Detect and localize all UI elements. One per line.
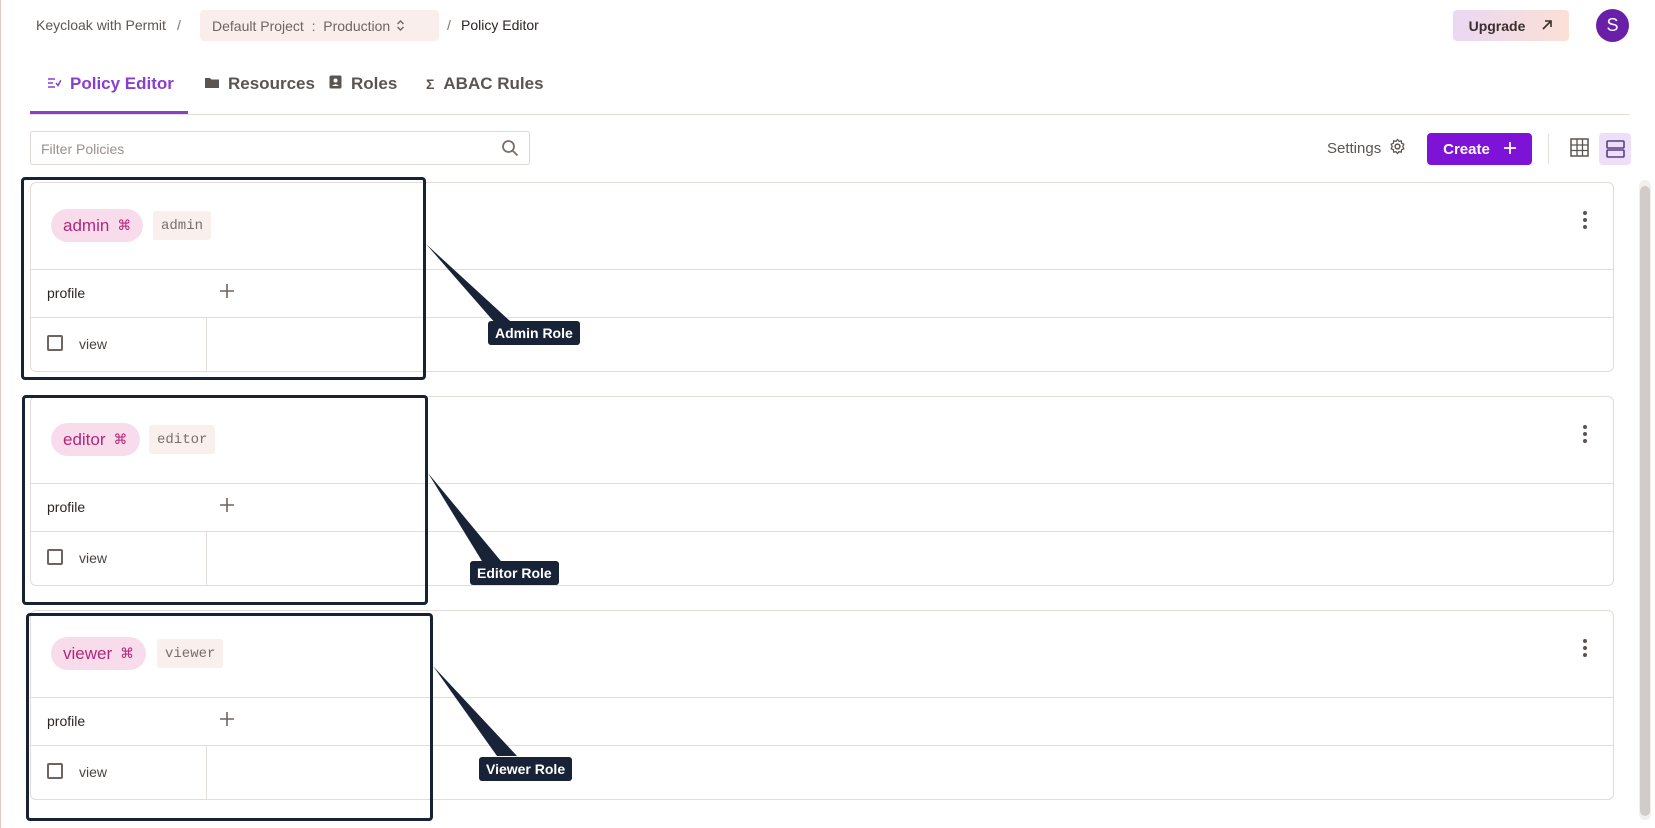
user-avatar[interactable]: S [1596,9,1629,42]
annotation-label-viewer: Viewer Role [479,757,573,781]
tab-roles[interactable]: Roles [329,74,397,94]
page-left-border [0,0,1,828]
policy-list-icon [47,74,62,94]
arrow-up-right-icon [1541,18,1553,34]
settings-label: Settings [1327,140,1382,157]
upgrade-label: Upgrade [1468,17,1526,34]
breadcrumb-separator: / [447,17,451,33]
filter-policies-field[interactable] [30,131,530,165]
annotation-label-editor: Editor Role [470,561,559,585]
breadcrumb-separator: / [177,17,181,33]
gear-icon [1389,138,1406,159]
list-view-icon[interactable] [1599,133,1631,165]
highlight-box-editor [22,395,428,605]
tab-resources[interactable]: Resources [205,74,315,94]
settings-button[interactable]: Settings [1327,138,1406,159]
highlight-box-viewer [26,613,433,821]
tab-policy-editor[interactable]: Policy Editor [47,74,174,94]
create-label: Create [1443,140,1490,158]
tab-label: ABAC Rules [443,74,544,93]
sigma-icon: Σ [426,76,435,92]
more-options-icon[interactable] [1583,211,1587,229]
breadcrumb-app[interactable]: Keycloak with Permit [36,17,166,33]
plus-icon [1503,141,1516,158]
top-header: Keycloak with Permit / Default Project :… [0,0,1655,52]
contact-card-icon [329,74,342,94]
table-view-icon[interactable] [1570,138,1589,162]
breadcrumb-current-page: Policy Editor [461,17,539,33]
project-environment-select[interactable]: Default Project : Production [200,10,439,41]
toolbar-divider [1548,134,1549,164]
more-options-icon[interactable] [1583,425,1587,443]
tab-label: Policy Editor [70,74,174,93]
main-tabs: Policy Editor Resources Roles Σ ABAC Rul… [30,60,1630,115]
annotation-label-admin: Admin Role [488,321,580,345]
active-tab-indicator [30,111,188,114]
project-environment-label: Default Project : Production [212,17,391,34]
tab-abac-rules[interactable]: Σ ABAC Rules [426,74,544,94]
more-options-icon[interactable] [1583,639,1587,657]
tab-label: Roles [351,74,398,93]
chevron-updown-icon [396,19,405,32]
highlight-box-admin [21,177,426,380]
vertical-scrollbar-thumb[interactable] [1640,186,1650,816]
create-button[interactable]: Create [1427,133,1532,165]
search-icon[interactable] [501,139,519,162]
upgrade-button[interactable]: Upgrade [1453,10,1569,41]
filter-policies-input[interactable] [39,140,483,158]
folder-icon [205,74,219,94]
tab-label: Resources [228,74,315,93]
